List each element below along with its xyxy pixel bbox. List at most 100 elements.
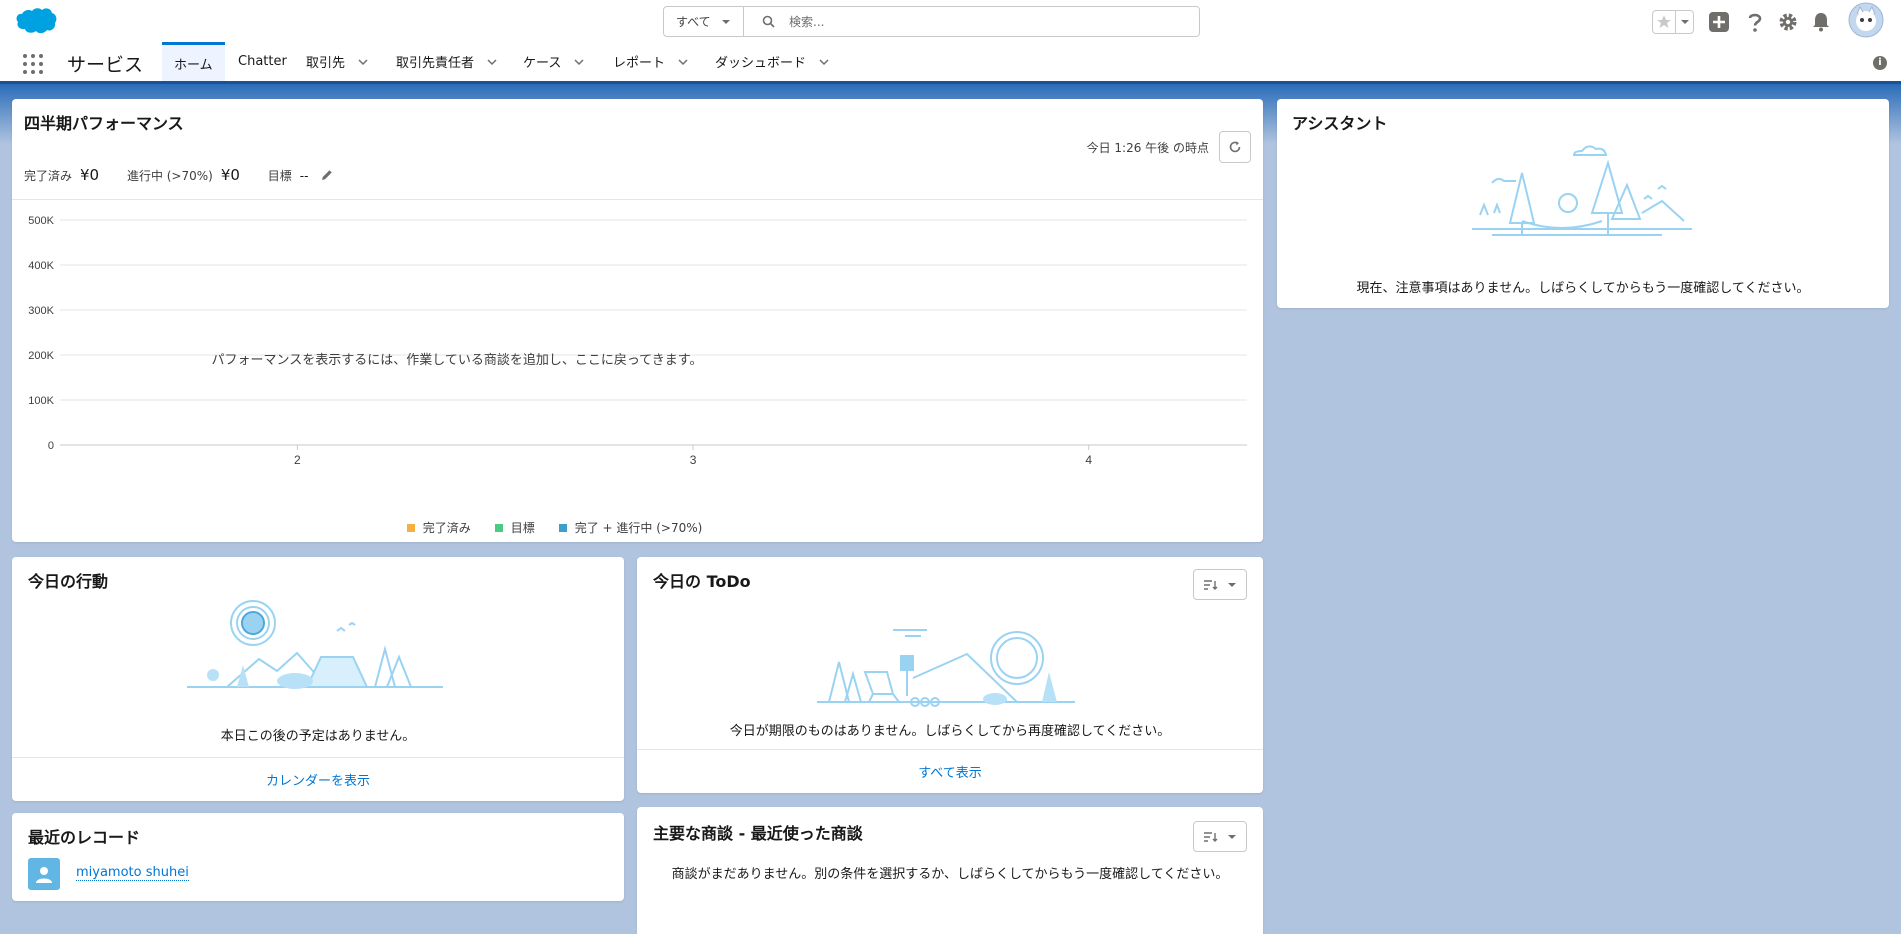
tab-accounts[interactable]: 取引先 <box>294 42 381 81</box>
tasks-empty-message: 今日が期限のものはありません。しばらくしてから再度確認してください。 <box>729 724 1171 739</box>
recent-record-link[interactable]: miyamoto shuhei <box>76 865 189 881</box>
goal-label: 目標 <box>267 169 292 183</box>
tab-label: レポート <box>613 56 666 71</box>
refresh-button[interactable] <box>1219 131 1251 163</box>
chevron-down-icon[interactable] <box>357 56 369 68</box>
app-navigation-bar: サービス ホーム Chatter 取引先 取引先責任者 ケース レポート ダッシ… <box>0 42 1901 84</box>
star-icon <box>1657 15 1671 28</box>
user-avatar[interactable] <box>1848 2 1884 38</box>
chart-empty-message: パフォーマンスを表示するには、作業している商談を追加し、ここに戻ってきます。 <box>211 353 703 368</box>
chevron-down-icon <box>1228 582 1236 587</box>
tab-label: ケース <box>523 56 562 71</box>
sort-list-icon <box>1204 831 1218 842</box>
tasks-empty-illustration <box>817 629 1075 707</box>
card-title: 今日の ToDo <box>653 572 751 591</box>
y-tick-label: 100K <box>28 395 54 407</box>
tab-label: 取引先責任者 <box>396 56 475 71</box>
y-tick-label: 0 <box>48 440 54 452</box>
chevron-down-icon <box>1228 834 1236 839</box>
card-title: 今日の行動 <box>28 572 109 591</box>
x-tick-label: 4 <box>1085 453 1092 467</box>
view-calendar-link[interactable]: カレンダーを表示 <box>266 770 370 789</box>
legend-swatch <box>558 523 567 532</box>
events-empty-illustration <box>187 600 443 689</box>
app-name: サービス <box>67 54 144 76</box>
card-footer: すべて表示 <box>637 749 1263 793</box>
events-empty-message: 本日この後の予定はありません。 <box>220 729 416 744</box>
tab-label: 取引先 <box>306 56 346 71</box>
salesforce-logo-icon[interactable] <box>14 6 58 36</box>
open-label: 進行中 (>70%) <box>126 169 213 183</box>
assistant-empty-message: 現在、注意事項はありません。しばらくしてからもう一度確認してください。 <box>1356 281 1810 296</box>
chevron-down-icon[interactable] <box>573 56 585 68</box>
view-all-tasks-link[interactable]: すべて表示 <box>918 762 982 781</box>
global-header: すべて 検索... <box>0 0 1901 42</box>
search-input[interactable]: 検索... <box>744 7 1199 36</box>
edit-goal-pencil-icon[interactable] <box>320 168 334 182</box>
refresh-icon <box>1229 141 1241 153</box>
sort-list-icon <box>1204 579 1218 590</box>
chevron-down-icon[interactable] <box>677 56 689 68</box>
assistant-card: アシスタント 現在、注意事項はありません。しばらくしてからもう一度確認してくださ… <box>1277 99 1889 308</box>
legend-item-goal: 目標 <box>494 519 535 536</box>
person-icon <box>36 867 52 883</box>
closed-label: 完了済み <box>24 169 73 183</box>
legend-item-closed-plus-open: 完了 + 進行中 (>70%) <box>558 519 703 536</box>
search-scope-dropdown[interactable]: すべて <box>664 7 744 36</box>
tab-home[interactable]: ホーム <box>162 42 225 81</box>
search-scope-label: すべて <box>676 15 711 29</box>
open-value: ¥0 <box>220 166 240 184</box>
card-footer: カレンダーを表示 <box>12 757 624 801</box>
card-title: 主要な商談 - 最近使った商談 <box>653 824 863 843</box>
chart-legend: 完了済み 目標 完了 + 進行中 (>70%) <box>12 519 1097 536</box>
tab-cases[interactable]: ケース <box>511 42 597 81</box>
search-icon <box>762 15 775 28</box>
x-tick-label: 2 <box>294 453 301 467</box>
card-title: アシスタント <box>1292 114 1388 133</box>
tab-chatter[interactable]: Chatter <box>226 42 299 81</box>
tab-label: ダッシュボード <box>715 56 807 71</box>
goal-value: -- <box>299 169 309 183</box>
performance-stats: 完了済み ¥0 進行中 (>70%) ¥0 目標 -- <box>24 166 334 184</box>
global-search: すべて 検索... <box>663 6 1200 37</box>
card-title: 四半期パフォーマンス <box>24 114 184 133</box>
assistant-empty-illustration <box>1472 145 1692 236</box>
global-actions-add-icon[interactable] <box>1708 11 1730 33</box>
tab-label: ホーム <box>174 57 213 73</box>
chevron-down-icon[interactable] <box>486 56 498 68</box>
tasks-filter-menu-button[interactable] <box>1193 569 1247 600</box>
legend-label: 完了 + 進行中 (>70%) <box>574 521 703 535</box>
closed-value: ¥0 <box>80 166 100 184</box>
todays-tasks-card: 今日の ToDo 今日が期限のものはありません。しばらくしてから再度確認してくだ… <box>637 557 1263 793</box>
key-deals-card: 主要な商談 - 最近使った商談 商談がまだありません。別の条件を選択するか、しば… <box>637 807 1263 934</box>
tab-label: Chatter <box>238 54 287 69</box>
chevron-down-icon[interactable] <box>818 56 830 68</box>
legend-item-closed: 完了済み <box>406 519 471 536</box>
chevron-down-icon <box>721 19 730 24</box>
chevron-down-icon <box>1680 20 1689 24</box>
todays-events-card: 今日の行動 本日この後の予定はありません。 カレンダーを表示 <box>12 557 624 801</box>
as-of-timestamp: 今日 1:26 午後 の時点 <box>1086 141 1209 155</box>
legend-swatch <box>494 523 503 532</box>
search-placeholder: 検索... <box>789 15 825 29</box>
card-title: 最近のレコード <box>28 828 141 847</box>
setup-gear-icon[interactable] <box>1778 12 1798 32</box>
tab-contacts[interactable]: 取引先責任者 <box>384 42 510 81</box>
help-icon[interactable] <box>1746 11 1764 33</box>
favorites-button[interactable] <box>1652 10 1694 34</box>
deals-empty-message: 商談がまだありません。別の条件を選択するか、しばらくしてからもう一度確認してくだ… <box>671 867 1229 882</box>
x-tick-label: 3 <box>690 453 697 467</box>
tab-dashboards[interactable]: ダッシュボード <box>703 42 842 81</box>
y-tick-label: 400K <box>28 260 54 272</box>
y-tick-label: 300K <box>28 305 54 317</box>
info-icon[interactable]: i <box>1873 56 1887 70</box>
tab-reports[interactable]: レポート <box>601 42 701 81</box>
app-launcher-waffle-icon[interactable] <box>23 54 43 74</box>
legend-label: 完了済み <box>422 521 471 535</box>
deals-filter-menu-button[interactable] <box>1193 821 1247 852</box>
y-tick-label: 500K <box>28 215 54 227</box>
legend-label: 目標 <box>510 521 535 535</box>
quarterly-performance-card: 四半期パフォーマンス 今日 1:26 午後 の時点 完了済み ¥0 進行中 (>7… <box>12 99 1263 542</box>
notifications-bell-icon[interactable] <box>1812 11 1830 33</box>
recent-records-card: 最近のレコード miyamoto shuhei <box>12 813 624 901</box>
